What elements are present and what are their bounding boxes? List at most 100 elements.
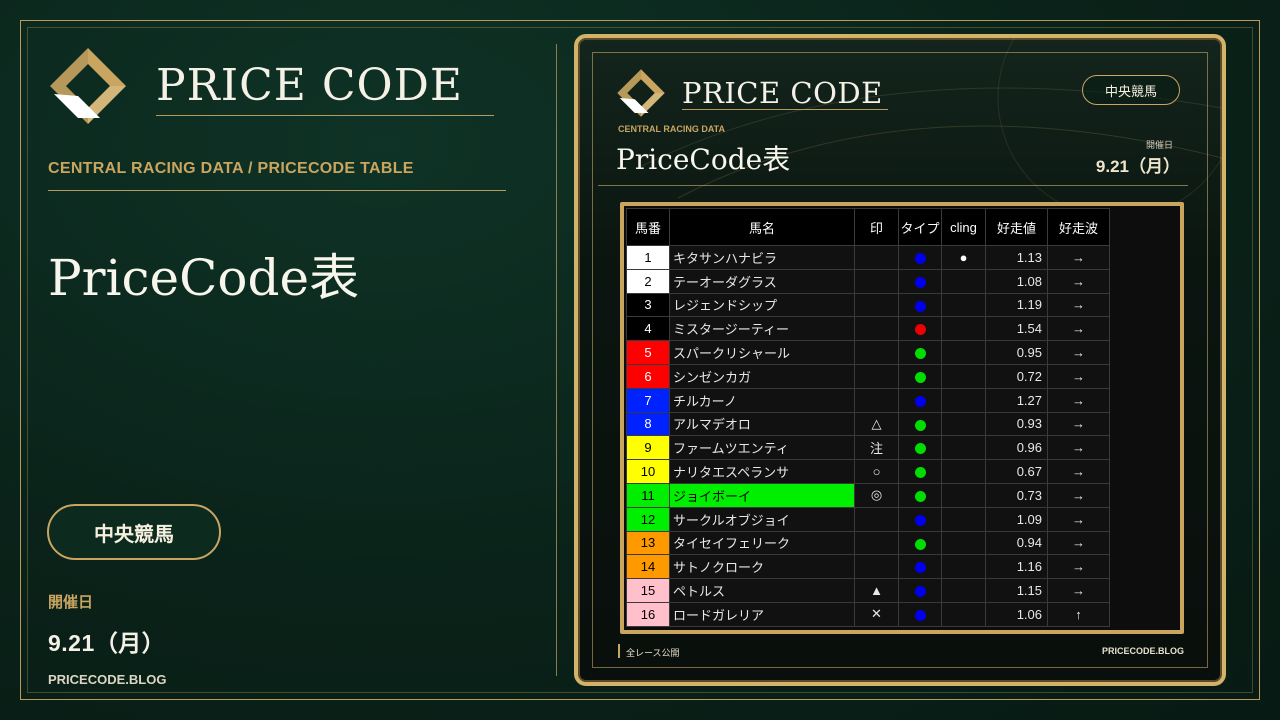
header-mark: 印	[854, 208, 899, 246]
cling-cell	[941, 435, 986, 461]
cling-cell	[941, 387, 986, 413]
performance-value: 1.06	[985, 601, 1048, 627]
performance-value: 1.19	[985, 292, 1048, 318]
performance-value: 1.54	[985, 316, 1048, 342]
pricecode-card: PRICE CODE 中央競馬 CENTRAL RACING DATA Pric…	[574, 34, 1226, 686]
card-region-badge[interactable]: 中央競馬	[1082, 75, 1180, 105]
card-date-value: 9.21（月）	[1095, 157, 1180, 176]
performance-value: 1.27	[985, 387, 1048, 413]
type-cell	[898, 411, 942, 437]
type-cell	[898, 292, 942, 318]
performance-wave: →	[1047, 411, 1110, 437]
type-cell	[898, 554, 942, 580]
horse-name: ファームツエンティ	[669, 435, 855, 461]
horse-name: シンゼンカガ	[669, 363, 855, 389]
horse-name: アルマデオロ	[669, 411, 855, 437]
cling-cell	[941, 268, 986, 294]
table-row: 12 サークルオブジョイ 1.09 →	[626, 506, 1110, 532]
performance-wave: →	[1047, 554, 1110, 580]
table-row: 5 スパークリシャール 0.95 →	[626, 340, 1110, 365]
prediction-mark	[854, 387, 899, 413]
horse-name: サークルオブジョイ	[669, 506, 855, 532]
type-cell	[898, 459, 942, 484]
table-row: 6 シンゼンカガ 0.72 →	[626, 363, 1110, 389]
horse-name: ナリタエスペランサ	[669, 459, 855, 484]
table-row: 8 アルマデオロ △ 0.93 →	[626, 411, 1110, 437]
horse-name: サトノクローク	[669, 554, 855, 580]
type-dot-icon	[914, 348, 926, 360]
horse-number: 12	[626, 506, 670, 532]
type-dot-icon	[914, 443, 926, 455]
horse-number: 10	[626, 459, 670, 484]
type-cell	[898, 268, 942, 294]
prediction-mark	[854, 245, 899, 270]
cling-cell	[941, 554, 986, 580]
horse-number: 1	[626, 245, 670, 270]
horse-number: 8	[626, 411, 670, 437]
performance-value: 0.73	[985, 482, 1048, 508]
performance-wave: →	[1047, 363, 1110, 389]
horse-name: キタサンハナビラ	[669, 245, 855, 270]
type-cell	[898, 316, 942, 342]
performance-value: 0.93	[985, 411, 1048, 437]
prediction-mark	[854, 316, 899, 342]
price-code-logo-icon	[617, 69, 665, 117]
pricecode-table-frame: 馬番 馬名 印 タイプ cling 好走値 好走波 1 キタサンハナビラ ● 1.13…	[620, 202, 1184, 634]
type-cell	[898, 578, 942, 603]
prediction-mark: ✕	[854, 601, 899, 627]
cling-cell	[941, 411, 986, 437]
header-value: 好走値	[985, 208, 1048, 246]
performance-value: 0.72	[985, 363, 1048, 389]
horse-number: 14	[626, 554, 670, 580]
header-horse-name: 馬名	[669, 208, 855, 246]
horse-number: 3	[626, 292, 670, 318]
performance-wave: →	[1047, 459, 1110, 484]
type-cell	[898, 601, 942, 627]
performance-value: 1.16	[985, 554, 1048, 580]
horse-number: 11	[626, 482, 670, 508]
header-horse-number: 馬番	[626, 208, 670, 246]
performance-value: 1.15	[985, 578, 1048, 603]
region-badge[interactable]: 中央競馬	[47, 504, 221, 560]
horse-number: 16	[626, 601, 670, 627]
prediction-mark: 注	[854, 435, 899, 461]
performance-wave: →	[1047, 506, 1110, 532]
cling-cell	[941, 316, 986, 342]
type-dot-icon	[914, 252, 926, 264]
horse-name: タイセイフェリーク	[669, 530, 855, 556]
horse-name: ミスタージーティー	[669, 316, 855, 342]
type-dot-icon	[914, 324, 926, 336]
horse-name: スパークリシャール	[669, 340, 855, 365]
type-cell	[898, 363, 942, 389]
header-cling: cling	[941, 208, 986, 246]
table-row: 9 ファームツエンティ注 0.96 →	[626, 435, 1110, 461]
prediction-mark	[854, 554, 899, 580]
horse-number: 9	[626, 435, 670, 461]
cling-cell	[941, 363, 986, 389]
type-cell	[898, 387, 942, 413]
cling-cell	[941, 482, 986, 508]
horse-name: ロードガレリア	[669, 601, 855, 627]
card-footer-url[interactable]: PRICECODE.BLOG	[1058, 646, 1184, 656]
footer-accent-bar	[618, 644, 620, 658]
table-row: 16 ロードガレリア ✕ 1.06 ↑	[626, 601, 1110, 627]
performance-value: 1.13	[985, 245, 1048, 270]
horse-number: 15	[626, 578, 670, 603]
horse-name: テーオーダグラス	[669, 268, 855, 294]
table-row: 10 ナリタエスペランサ ○ 0.67 →	[626, 459, 1110, 484]
prediction-mark: △	[854, 411, 899, 437]
type-dot-icon	[914, 586, 926, 598]
type-dot-icon	[914, 609, 926, 621]
blog-url[interactable]: PRICECODE.BLOG	[48, 672, 166, 687]
horse-name: チルカーノ	[669, 387, 855, 413]
page-title: PriceCode表	[48, 249, 360, 307]
table-row: 15 ペトルス ▲ 1.15 →	[626, 578, 1110, 603]
card-brand-name: PRICE CODE	[682, 76, 883, 110]
prediction-mark	[854, 506, 899, 532]
performance-value: 0.95	[985, 340, 1048, 365]
table-row: 7 チルカーノ 1.27 →	[626, 387, 1110, 413]
cling-cell	[941, 506, 986, 532]
performance-wave: ↑	[1047, 601, 1110, 627]
prediction-mark	[854, 530, 899, 556]
type-dot-icon	[914, 371, 926, 383]
